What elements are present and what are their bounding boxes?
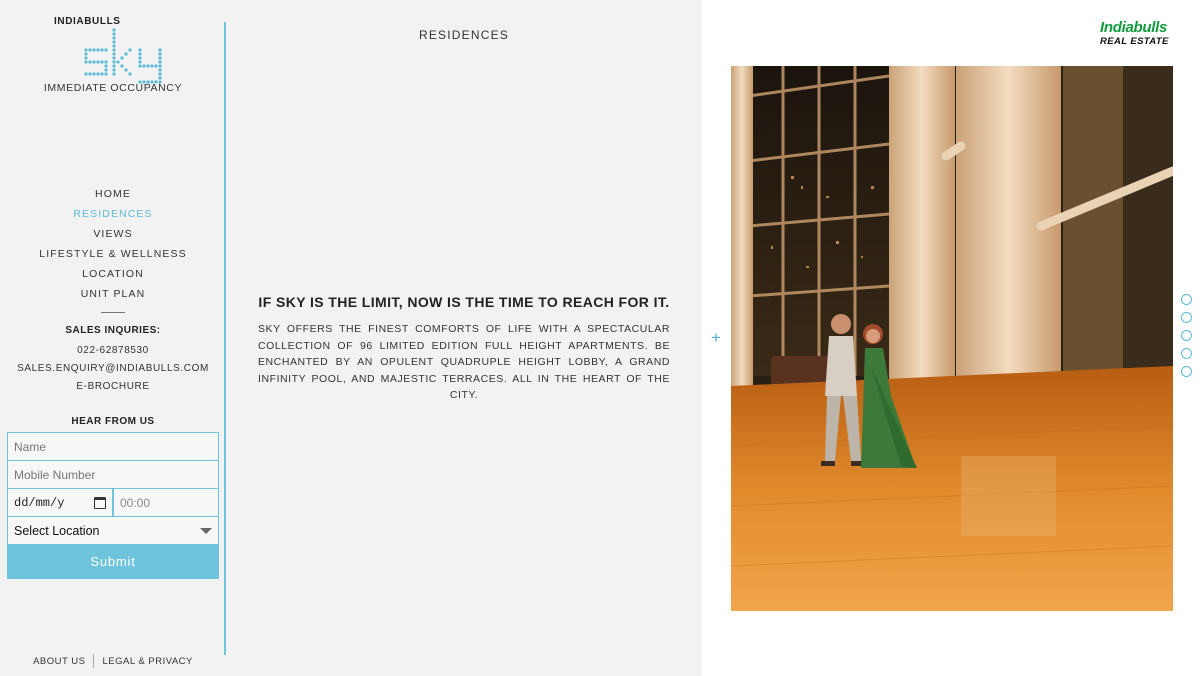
slide-dot[interactable]	[1181, 366, 1192, 377]
location-select-value: Select Location	[14, 523, 100, 538]
time-field[interactable]: 00:00	[113, 488, 219, 516]
indiabulls-real-estate-logo[interactable]: Indiabulls REAL ESTATE	[1100, 20, 1176, 48]
about-us-link[interactable]: ABOUT US	[25, 656, 93, 667]
location-select[interactable]: Select Location	[7, 516, 219, 545]
headline: IF SKY IS THE LIMIT, NOW IS THE TIME TO …	[258, 294, 670, 310]
logo-tagline: IMMEDIATE OCCUPANCY	[43, 82, 183, 94]
nav-item-lifestyle-wellness[interactable]: LIFESTYLE & WELLNESS	[0, 246, 226, 266]
sidebar: INDIABULLS IMMEDIATE OCCUPANCY HOME RESID…	[0, 0, 226, 676]
nav-item-unit-plan[interactable]: UNIT PLAN	[0, 286, 226, 306]
hear-from-us-title: HEAR FROM US	[71, 416, 155, 427]
sky-wordmark-logo	[84, 28, 162, 84]
nav-divider	[101, 312, 125, 313]
nav-item-views[interactable]: VIEWS	[0, 226, 226, 246]
sky-logo[interactable]: INDIABULLS IMMEDIATE OCCUPANCY	[0, 14, 226, 96]
brand-logo-top: Indiabulls	[1100, 19, 1168, 36]
logo-brand-text: INDIABULLS	[54, 16, 121, 27]
date-field[interactable]: dd/mm/y	[7, 488, 113, 516]
calendar-icon[interactable]	[94, 496, 106, 509]
slide-dot[interactable]	[1181, 294, 1192, 305]
slide-dot[interactable]	[1181, 348, 1192, 359]
submit-button[interactable]: Submit	[7, 545, 219, 579]
nav-item-location[interactable]: LOCATION	[0, 266, 226, 286]
main-nav: HOME RESIDENCES VIEWS LIFESTYLE & WELLNESS L…	[0, 186, 226, 313]
sales-email-link[interactable]: SALES.ENQUIRY@INDIABULLS.COM	[0, 362, 226, 380]
sidebar-footer: ABOUT US LEGAL & PRIVACY	[0, 654, 226, 668]
e-brochure-link[interactable]: E-BROCHURE	[0, 380, 226, 398]
slide-dot[interactable]	[1181, 330, 1192, 341]
sales-title: SALES INQURIES:	[65, 325, 161, 336]
plus-icon[interactable]: +	[709, 329, 723, 346]
lobby-image	[731, 66, 1173, 611]
sidebar-divider	[224, 22, 226, 655]
legal-privacy-link[interactable]: LEGAL & PRIVACY	[94, 656, 200, 667]
chevron-down-icon	[200, 527, 212, 534]
name-field[interactable]	[7, 432, 219, 460]
date-time-row: dd/mm/y 00:00	[7, 488, 219, 516]
page-title: RESIDENCES	[418, 28, 510, 42]
date-value: dd/mm/y	[14, 495, 65, 510]
description-text: SKY OFFERS THE FINEST COMFORTS OF LIFE W…	[258, 323, 670, 401]
mobile-number-field[interactable]	[7, 460, 219, 488]
time-value: 00:00	[120, 495, 151, 510]
nav-item-home[interactable]: HOME	[0, 186, 226, 206]
sales-phone-link[interactable]: 022-62878530	[0, 344, 226, 362]
slide-dot[interactable]	[1181, 312, 1192, 323]
enquiry-form: dd/mm/y 00:00 Select Location Submit	[7, 432, 219, 579]
sales-inquiries: SALES INQURIES: 022-62878530 SALES.ENQUI…	[0, 324, 226, 398]
slide-pagination	[1181, 294, 1193, 384]
nav-item-residences[interactable]: RESIDENCES	[0, 206, 226, 226]
residence-lobby-photo	[731, 66, 1173, 611]
brand-logo-bottom: REAL ESTATE	[1100, 36, 1169, 47]
